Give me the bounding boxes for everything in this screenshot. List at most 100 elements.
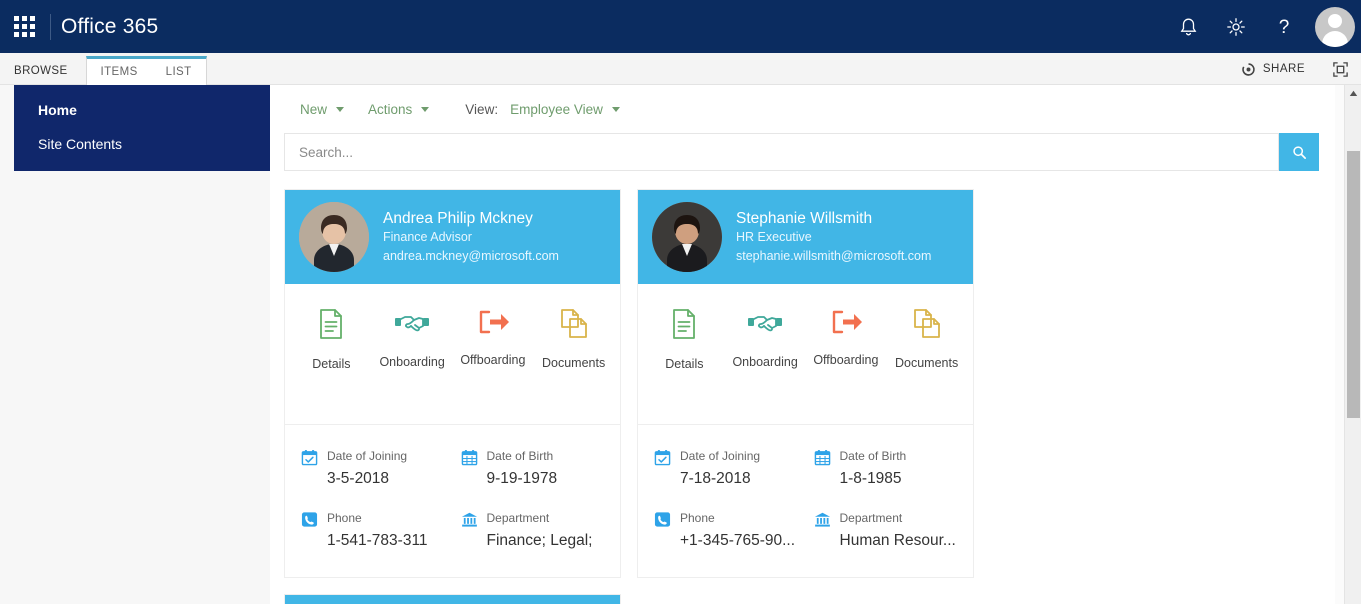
suite-bar: Office 365 ? — [0, 0, 1361, 53]
employee-identity: Andrea Philip Mckney Finance Advisor andre… — [383, 209, 559, 266]
action-label: Offboarding — [460, 353, 526, 367]
onboarding-handshake-icon — [748, 316, 783, 332]
offboarding-exit-icon — [479, 310, 509, 334]
employee-name: Andrea Philip Mckney — [383, 209, 533, 227]
phone-icon — [301, 509, 319, 555]
app-launcher-icon — [13, 16, 35, 37]
employee-name: Stephanie Willsmith — [736, 209, 873, 227]
employee-card-fields: Date of Joining 3-5-2018 Date of Birth 9-19… — [285, 425, 620, 577]
search-input[interactable] — [284, 133, 1279, 171]
help-button[interactable]: ? — [1260, 0, 1308, 53]
view-value-label: Employee View — [510, 101, 603, 117]
user-avatar-button[interactable] — [1308, 0, 1361, 53]
scroll-up-button[interactable] — [1345, 85, 1361, 102]
page-scrollbar[interactable] — [1344, 85, 1361, 604]
action-documents-button[interactable]: Documents — [886, 308, 967, 406]
employee-card: Kaitlyn ZacharyDigital Marketing Executi… — [284, 594, 621, 604]
focus-on-content-button[interactable] — [1319, 53, 1361, 85]
action-label: Documents — [895, 356, 959, 370]
app-launcher-button[interactable] — [0, 0, 48, 53]
sidebar-item-site-contents[interactable]: Site Contents — [14, 127, 270, 161]
quick-launch: Home Site Contents — [14, 85, 270, 171]
phone-icon — [654, 509, 672, 555]
portrait-photo — [652, 202, 722, 272]
field-label: Date of Joining — [327, 449, 408, 463]
help-question-icon: ? — [1279, 17, 1290, 38]
field-value: 9-19-1978 — [486, 470, 558, 487]
action-label: Details — [665, 357, 704, 371]
documents-copy-icon — [913, 309, 940, 338]
calendar-icon — [461, 447, 479, 493]
sidebar-item-label: Home — [38, 102, 77, 118]
employee-card-actions: Details Onboarding Offboarding Documents — [285, 284, 620, 425]
svg-text:?: ? — [1279, 17, 1290, 38]
action-label: Onboarding — [732, 355, 798, 369]
action-details-button[interactable]: Details — [644, 308, 725, 406]
field-label: Date of Birth — [486, 449, 554, 463]
search-button[interactable] — [1279, 133, 1319, 171]
field-label: Department — [486, 511, 550, 525]
field-value: Finance; Legal; — [486, 532, 593, 549]
action-details-button[interactable]: Details — [291, 308, 372, 406]
action-offboarding-button[interactable]: Offboarding — [806, 308, 887, 406]
tab-browse[interactable]: BROWSE — [0, 55, 82, 85]
share-label: SHARE — [1262, 63, 1305, 75]
offboarding-exit-icon — [832, 310, 862, 334]
photo-stephanie-willsmith — [652, 202, 722, 272]
new-label: New — [300, 101, 328, 117]
employee-card: Stephanie Willsmith HR Executive stephanie… — [637, 189, 974, 578]
field-phone: Phone 1-541-783-311 — [301, 509, 457, 555]
chevron-down-icon — [421, 106, 430, 112]
field-date-of-joining: Date of Joining 3-5-2018 — [301, 447, 457, 493]
scrollbar-thumb[interactable] — [1347, 151, 1360, 418]
calendar-check-icon — [301, 449, 318, 466]
tab-list[interactable]: LIST — [152, 59, 206, 85]
search-row — [284, 133, 1319, 171]
field-value: 1-8-1985 — [839, 470, 902, 487]
chevron-down-icon — [611, 106, 620, 112]
ribbon-right-actions: SHARE — [1227, 53, 1361, 85]
actions-label: Actions — [368, 101, 413, 117]
phone-icon — [301, 512, 318, 527]
tab-items[interactable]: ITEMS — [87, 59, 152, 85]
portrait-photo — [299, 202, 369, 272]
share-circle-icon — [1242, 62, 1255, 76]
field-label: Department — [839, 511, 903, 525]
employee-card-fields: Date of Joining 7-18-2018 Date of Birth 1-8… — [638, 425, 973, 577]
notifications-button[interactable] — [1164, 0, 1212, 53]
calendar-check-icon — [654, 447, 672, 493]
field-department: Department Human Resour... — [814, 509, 970, 555]
action-onboarding-button[interactable]: Onboarding — [725, 308, 806, 406]
field-date-of-birth: Date of Birth 1-8-1985 — [814, 447, 970, 493]
action-offboarding-button[interactable]: Offboarding — [453, 308, 534, 406]
share-button[interactable]: SHARE — [1227, 53, 1319, 85]
employee-email: stephanie.willsmith@microsoft.com — [736, 248, 932, 263]
actions-menu-button[interactable]: Actions — [358, 98, 439, 121]
calendar-icon — [461, 449, 477, 466]
action-label: Offboarding — [813, 353, 879, 367]
action-label: Onboarding — [379, 355, 445, 369]
field-value: 3-5-2018 — [327, 470, 390, 487]
details-icon — [320, 309, 343, 339]
bank-building-icon — [461, 509, 479, 555]
field-value: 1-541-783-311 — [327, 532, 428, 549]
action-documents-button[interactable]: Documents — [533, 308, 614, 406]
field-department: Department Finance; Legal; — [461, 509, 617, 555]
suite-title: Office 365 — [61, 14, 159, 38]
employee-card: Andrea Philip Mckney Finance Advisor andre… — [284, 189, 621, 578]
action-onboarding-button[interactable]: Onboarding — [372, 308, 453, 406]
suite-divider — [50, 13, 51, 40]
ribbon-contextual-group: ITEMS LIST — [85, 56, 207, 85]
sidebar-item-home[interactable]: Home — [14, 93, 270, 127]
action-label: Documents — [542, 356, 606, 370]
settings-gear-icon — [1227, 17, 1245, 36]
ribbon-bar: BROWSE ITEMS LIST SHARE — [0, 53, 1361, 85]
chevron-down-icon — [336, 106, 345, 112]
view-selector-button[interactable]: Employee View — [502, 98, 628, 121]
details-icon — [673, 309, 696, 339]
search-icon — [1292, 145, 1306, 159]
new-menu-button[interactable]: New — [290, 98, 354, 121]
settings-button[interactable] — [1212, 0, 1260, 53]
employee-role: HR Executive — [736, 229, 812, 244]
main-content: New Actions View: Employee View Andrea P… — [270, 85, 1339, 604]
